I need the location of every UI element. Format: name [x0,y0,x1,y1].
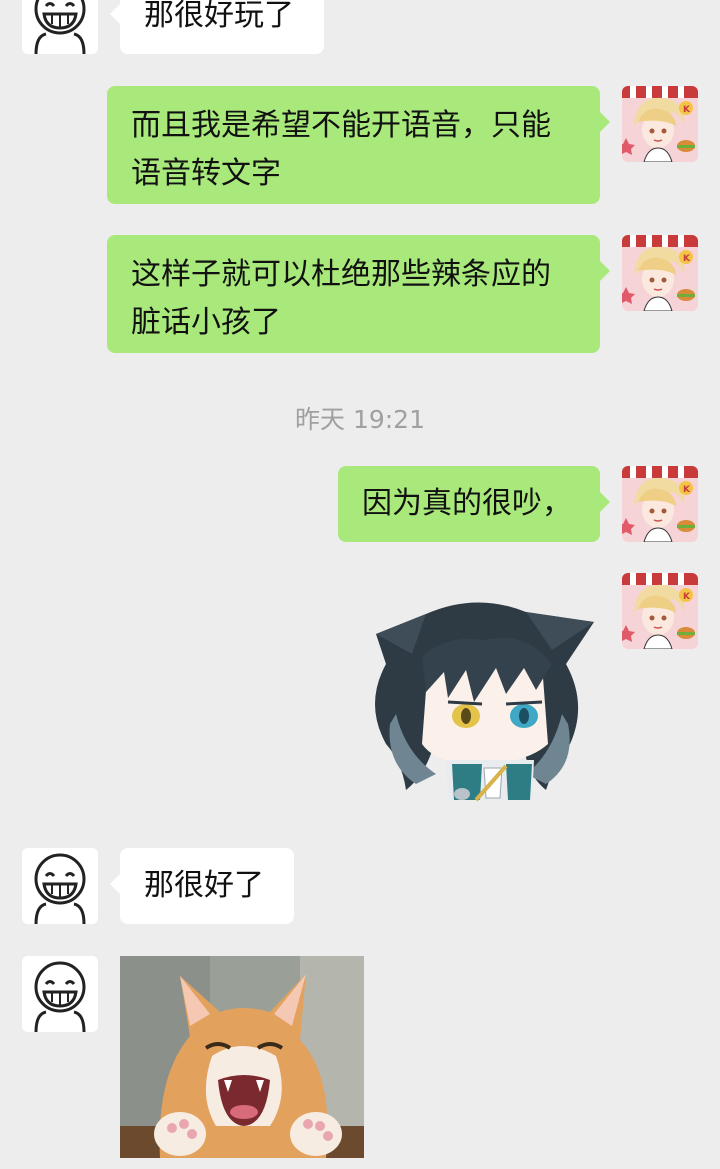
incoming-message-bubble[interactable]: 那很好玩了 [110,0,324,54]
self-avatar-icon[interactable]: K [622,235,698,311]
friend-avatar-icon[interactable] [22,0,98,54]
laughing-cat-image-icon[interactable] [120,956,364,1158]
message-text: 因为真的很吵， [362,486,572,521]
message-text: 而且我是希望不能开语音，只能语音转文字 [131,108,551,191]
chibi-sticker-icon[interactable] [356,594,602,810]
self-avatar-icon[interactable]: K [622,86,698,162]
svg-text:K: K [683,592,691,602]
svg-text:K: K [683,254,691,264]
svg-text:K: K [683,105,691,115]
self-avatar-icon[interactable]: K [622,466,698,542]
incoming-message-bubble[interactable]: 那很好了 [110,848,294,924]
message-timestamp: 昨天 19:21 [295,405,425,434]
outgoing-message-bubble[interactable]: 因为真的很吵， [338,466,610,542]
chat-view[interactable]: 那很好玩了 而且我是希望不能开语音，只能语音转文字 K 这样子就可以杜绝那些辣条… [0,0,720,1169]
friend-avatar-icon[interactable] [22,848,98,924]
outgoing-message-bubble[interactable]: 这样子就可以杜绝那些辣条应的脏话小孩了 [107,235,610,353]
message-text: 那很好玩了 [144,0,294,33]
self-avatar-icon[interactable]: K [622,573,698,649]
message-text: 这样子就可以杜绝那些辣条应的脏话小孩了 [131,257,551,340]
friend-avatar-icon[interactable] [22,956,98,1032]
outgoing-message-bubble[interactable]: 而且我是希望不能开语音，只能语音转文字 [107,86,610,204]
message-text: 那很好了 [144,868,264,903]
svg-text:K: K [683,485,691,495]
